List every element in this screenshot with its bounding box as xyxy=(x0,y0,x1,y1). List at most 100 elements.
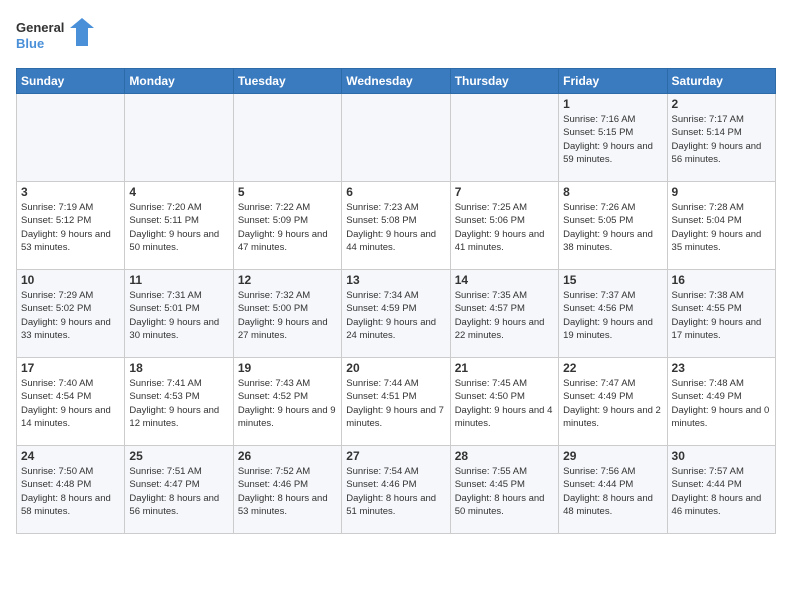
day-number: 13 xyxy=(346,273,445,287)
calendar-cell: 26 Sunrise: 7:52 AMSunset: 4:46 PMDayligh… xyxy=(233,446,341,534)
calendar-week-row: 17 Sunrise: 7:40 AMSunset: 4:54 PMDayligh… xyxy=(17,358,776,446)
logo-icon: General Blue xyxy=(16,16,96,58)
calendar-week-row: 24 Sunrise: 7:50 AMSunset: 4:48 PMDayligh… xyxy=(17,446,776,534)
calendar-cell xyxy=(17,94,125,182)
svg-text:Blue: Blue xyxy=(16,36,44,51)
day-number: 15 xyxy=(563,273,662,287)
calendar-week-row: 1Sunrise: 7:16 AMSunset: 5:15 PMDaylight… xyxy=(17,94,776,182)
col-header-tuesday: Tuesday xyxy=(233,69,341,94)
calendar-cell: 8 Sunrise: 7:26 AMSunset: 5:05 PMDaylight… xyxy=(559,182,667,270)
calendar-cell: 17 Sunrise: 7:40 AMSunset: 4:54 PMDayligh… xyxy=(17,358,125,446)
calendar-cell: 27 Sunrise: 7:54 AMSunset: 4:46 PMDayligh… xyxy=(342,446,450,534)
calendar-cell: 24 Sunrise: 7:50 AMSunset: 4:48 PMDayligh… xyxy=(17,446,125,534)
page-header: General Blue xyxy=(16,16,776,58)
calendar-cell: 13 Sunrise: 7:34 AMSunset: 4:59 PMDayligh… xyxy=(342,270,450,358)
day-info: Sunrise: 7:20 AMSunset: 5:11 PMDaylight:… xyxy=(129,201,228,254)
col-header-saturday: Saturday xyxy=(667,69,775,94)
day-info: Sunrise: 7:48 AMSunset: 4:49 PMDaylight:… xyxy=(672,377,771,430)
col-header-wednesday: Wednesday xyxy=(342,69,450,94)
day-info: Sunrise: 7:57 AMSunset: 4:44 PMDaylight:… xyxy=(672,465,771,518)
calendar-cell xyxy=(450,94,558,182)
day-number: 28 xyxy=(455,449,554,463)
day-number: 16 xyxy=(672,273,771,287)
day-info: Sunrise: 7:34 AMSunset: 4:59 PMDaylight:… xyxy=(346,289,445,342)
day-number: 17 xyxy=(21,361,120,375)
day-number: 9 xyxy=(672,185,771,199)
day-number: 30 xyxy=(672,449,771,463)
day-number: 20 xyxy=(346,361,445,375)
day-number: 24 xyxy=(21,449,120,463)
calendar-week-row: 10Sunrise: 7:29 AMSunset: 5:02 PMDayligh… xyxy=(17,270,776,358)
day-info: Sunrise: 7:37 AMSunset: 4:56 PMDaylight:… xyxy=(563,289,662,342)
col-header-monday: Monday xyxy=(125,69,233,94)
day-number: 26 xyxy=(238,449,337,463)
calendar-cell: 25Sunrise: 7:51 AMSunset: 4:47 PMDayligh… xyxy=(125,446,233,534)
day-info: Sunrise: 7:25 AMSunset: 5:06 PMDaylight:… xyxy=(455,201,554,254)
day-info: Sunrise: 7:55 AMSunset: 4:45 PMDaylight:… xyxy=(455,465,554,518)
day-info: Sunrise: 7:50 AMSunset: 4:48 PMDaylight:… xyxy=(21,465,120,518)
day-info: Sunrise: 7:54 AMSunset: 4:46 PMDaylight:… xyxy=(346,465,445,518)
day-info: Sunrise: 7:32 AMSunset: 5:00 PMDaylight:… xyxy=(238,289,337,342)
calendar-cell: 11Sunrise: 7:31 AMSunset: 5:01 PMDayligh… xyxy=(125,270,233,358)
calendar-cell: 4Sunrise: 7:20 AMSunset: 5:11 PMDaylight… xyxy=(125,182,233,270)
day-number: 14 xyxy=(455,273,554,287)
calendar-cell: 22 Sunrise: 7:47 AMSunset: 4:49 PMDayligh… xyxy=(559,358,667,446)
day-info: Sunrise: 7:41 AMSunset: 4:53 PMDaylight:… xyxy=(129,377,228,430)
day-info: Sunrise: 7:43 AMSunset: 4:52 PMDaylight:… xyxy=(238,377,337,430)
calendar-cell: 15 Sunrise: 7:37 AMSunset: 4:56 PMDayligh… xyxy=(559,270,667,358)
day-number: 19 xyxy=(238,361,337,375)
day-info: Sunrise: 7:28 AMSunset: 5:04 PMDaylight:… xyxy=(672,201,771,254)
day-number: 23 xyxy=(672,361,771,375)
day-number: 25 xyxy=(129,449,228,463)
day-info: Sunrise: 7:44 AMSunset: 4:51 PMDaylight:… xyxy=(346,377,445,430)
calendar-cell: 18Sunrise: 7:41 AMSunset: 4:53 PMDayligh… xyxy=(125,358,233,446)
calendar-cell: 29Sunrise: 7:56 AMSunset: 4:44 PMDayligh… xyxy=(559,446,667,534)
day-number: 6 xyxy=(346,185,445,199)
calendar-cell: 19 Sunrise: 7:43 AMSunset: 4:52 PMDayligh… xyxy=(233,358,341,446)
calendar-table: SundayMondayTuesdayWednesdayThursdayFrid… xyxy=(16,68,776,534)
day-info: Sunrise: 7:35 AMSunset: 4:57 PMDaylight:… xyxy=(455,289,554,342)
calendar-cell: 20 Sunrise: 7:44 AMSunset: 4:51 PMDayligh… xyxy=(342,358,450,446)
calendar-cell: 2 Sunrise: 7:17 AMSunset: 5:14 PMDaylight… xyxy=(667,94,775,182)
day-info: Sunrise: 7:16 AMSunset: 5:15 PMDaylight:… xyxy=(563,113,662,166)
calendar-cell: 9 Sunrise: 7:28 AMSunset: 5:04 PMDaylight… xyxy=(667,182,775,270)
day-info: Sunrise: 7:40 AMSunset: 4:54 PMDaylight:… xyxy=(21,377,120,430)
day-number: 10 xyxy=(21,273,120,287)
day-info: Sunrise: 7:17 AMSunset: 5:14 PMDaylight:… xyxy=(672,113,771,166)
calendar-cell: 6 Sunrise: 7:23 AMSunset: 5:08 PMDaylight… xyxy=(342,182,450,270)
calendar-cell: 1Sunrise: 7:16 AMSunset: 5:15 PMDaylight… xyxy=(559,94,667,182)
svg-text:General: General xyxy=(16,20,64,35)
logo: General Blue xyxy=(16,16,96,58)
day-number: 21 xyxy=(455,361,554,375)
calendar-cell: 16 Sunrise: 7:38 AMSunset: 4:55 PMDayligh… xyxy=(667,270,775,358)
day-info: Sunrise: 7:23 AMSunset: 5:08 PMDaylight:… xyxy=(346,201,445,254)
day-info: Sunrise: 7:19 AMSunset: 5:12 PMDaylight:… xyxy=(21,201,120,254)
day-info: Sunrise: 7:22 AMSunset: 5:09 PMDaylight:… xyxy=(238,201,337,254)
col-header-sunday: Sunday xyxy=(17,69,125,94)
calendar-cell: 10Sunrise: 7:29 AMSunset: 5:02 PMDayligh… xyxy=(17,270,125,358)
calendar-cell: 5Sunrise: 7:22 AMSunset: 5:09 PMDaylight… xyxy=(233,182,341,270)
day-info: Sunrise: 7:47 AMSunset: 4:49 PMDaylight:… xyxy=(563,377,662,430)
col-header-friday: Friday xyxy=(559,69,667,94)
day-info: Sunrise: 7:52 AMSunset: 4:46 PMDaylight:… xyxy=(238,465,337,518)
day-number: 8 xyxy=(563,185,662,199)
day-number: 7 xyxy=(455,185,554,199)
col-header-thursday: Thursday xyxy=(450,69,558,94)
calendar-cell xyxy=(342,94,450,182)
day-number: 27 xyxy=(346,449,445,463)
day-number: 12 xyxy=(238,273,337,287)
calendar-cell xyxy=(233,94,341,182)
calendar-week-row: 3 Sunrise: 7:19 AMSunset: 5:12 PMDaylight… xyxy=(17,182,776,270)
calendar-header-row: SundayMondayTuesdayWednesdayThursdayFrid… xyxy=(17,69,776,94)
day-number: 2 xyxy=(672,97,771,111)
day-info: Sunrise: 7:56 AMSunset: 4:44 PMDaylight:… xyxy=(563,465,662,518)
day-number: 3 xyxy=(21,185,120,199)
day-info: Sunrise: 7:45 AMSunset: 4:50 PMDaylight:… xyxy=(455,377,554,430)
day-info: Sunrise: 7:38 AMSunset: 4:55 PMDaylight:… xyxy=(672,289,771,342)
calendar-cell: 28 Sunrise: 7:55 AMSunset: 4:45 PMDayligh… xyxy=(450,446,558,534)
calendar-cell xyxy=(125,94,233,182)
day-info: Sunrise: 7:26 AMSunset: 5:05 PMDaylight:… xyxy=(563,201,662,254)
day-number: 22 xyxy=(563,361,662,375)
calendar-cell: 23 Sunrise: 7:48 AMSunset: 4:49 PMDayligh… xyxy=(667,358,775,446)
calendar-cell: 30 Sunrise: 7:57 AMSunset: 4:44 PMDayligh… xyxy=(667,446,775,534)
